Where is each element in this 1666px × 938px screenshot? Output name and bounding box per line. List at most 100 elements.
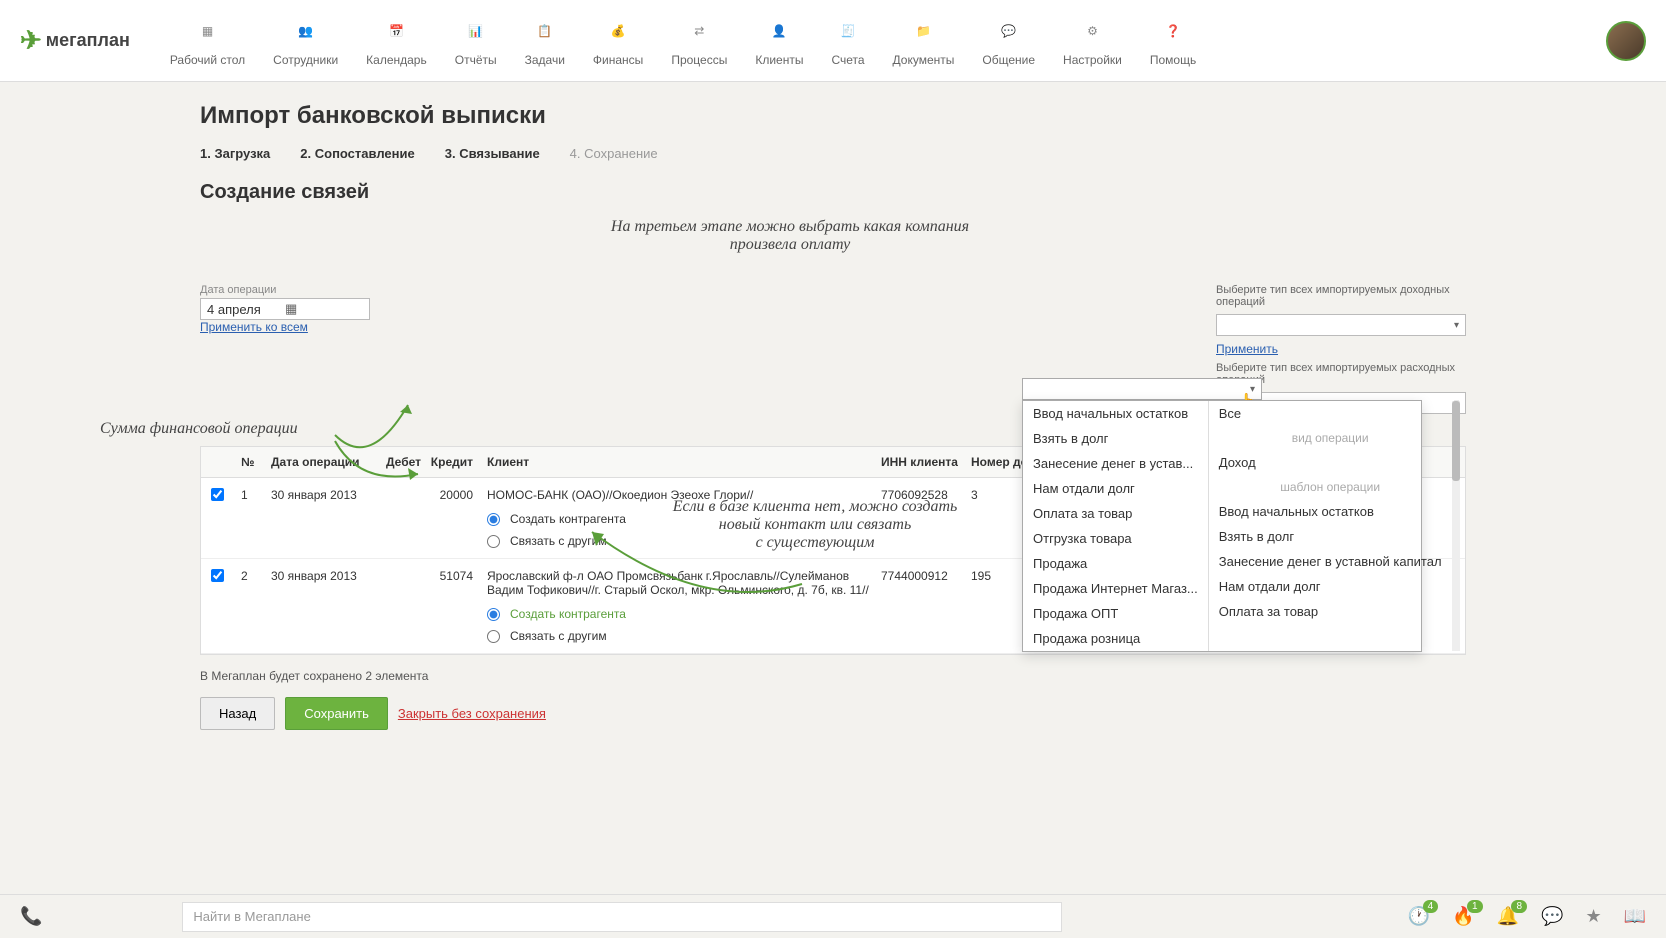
clock-icon[interactable]: 🕐4 <box>1408 906 1430 927</box>
cell-date: 30 января 2013 <box>271 488 371 502</box>
bell-icon[interactable]: 🔔8 <box>1497 906 1519 927</box>
nav-settings[interactable]: ⚙Настройки <box>1063 15 1122 67</box>
dd-item[interactable]: Оплата за товар <box>1023 501 1208 526</box>
apply-income-link[interactable]: Применить <box>1216 342 1466 356</box>
dd-section: вид операции <box>1209 426 1452 450</box>
income-filter-label: Выберите тип всех импортируемых доходных… <box>1216 284 1466 308</box>
radio[interactable] <box>487 535 500 548</box>
nav-desktop[interactable]: ▦Рабочий стол <box>170 15 245 67</box>
cell-client: Ярославский ф-л ОАО Промсвязьбанк г.Ярос… <box>481 569 881 643</box>
nav-clients[interactable]: 👤Клиенты <box>755 15 803 67</box>
radio-label: Связать с другим <box>510 534 607 548</box>
radio[interactable] <box>487 630 500 643</box>
dd-item[interactable]: Нам отдали долг <box>1023 476 1208 501</box>
safe-icon: 💰 <box>602 15 634 47</box>
nav-label: Календарь <box>366 53 427 67</box>
col-no: № <box>241 455 271 469</box>
dd-item[interactable]: Взять в долг <box>1023 426 1208 451</box>
row-checkbox[interactable] <box>211 569 224 582</box>
cell-inn: 7744000912 <box>881 569 971 583</box>
step-2[interactable]: 2. Сопоставление <box>300 146 414 161</box>
dropdown-left-col: Ввод начальных остатков Взять в долг Зан… <box>1023 401 1209 651</box>
cell-credit: 20000 <box>421 488 481 502</box>
step-3[interactable]: 3. Связывание <box>445 146 540 161</box>
dd-item[interactable]: Оплата за товар <box>1209 599 1452 624</box>
row-checkbox[interactable] <box>211 488 224 501</box>
radio-create[interactable]: Создать контрагента <box>487 607 881 621</box>
bottom-icons: 🕐4 🔥1 🔔8 💬 ★ 📖 <box>1408 906 1646 927</box>
calendar-picker-icon[interactable]: ▦ <box>285 301 363 317</box>
apply-all-link[interactable]: Применить ко всем <box>200 320 370 334</box>
dd-item[interactable]: Продажа ОПТ <box>1023 601 1208 626</box>
income-filter-select[interactable]: ▾ <box>1216 314 1466 336</box>
phone-icon[interactable]: 📞 <box>20 906 42 927</box>
radio[interactable] <box>487 608 500 621</box>
dd-item[interactable]: Ввод начальных остатков <box>1023 401 1208 426</box>
date-input[interactable]: 4 апреля ▦ <box>200 298 370 320</box>
dd-item[interactable]: Ввод начальных остатков <box>1209 499 1452 524</box>
radio-link[interactable]: Связать с другим <box>487 629 881 643</box>
badge: 1 <box>1467 900 1483 913</box>
radio-create[interactable]: Создать контрагента <box>487 512 881 526</box>
plane-icon: ✈ <box>20 25 42 56</box>
radio-link[interactable]: Связать с другим <box>487 534 881 548</box>
top-nav: ✈ мегаплан ▦Рабочий стол 👥Сотрудники 📅 Ка… <box>0 0 1666 82</box>
dd-item[interactable]: Нам отдали долг <box>1209 574 1452 599</box>
col-date: Дата операции <box>271 455 371 469</box>
message-icon[interactable]: 💬 <box>1541 906 1563 927</box>
nav-reports[interactable]: 📊Отчёты <box>455 15 497 67</box>
fire-icon[interactable]: 🔥1 <box>1452 906 1474 927</box>
nav-bills[interactable]: 🧾Счета <box>831 15 864 67</box>
nav-help[interactable]: ❓Помощь <box>1150 15 1196 67</box>
save-button[interactable]: Сохранить <box>285 697 388 730</box>
radio-label: Создать контрагента <box>510 512 626 526</box>
badge: 4 <box>1423 900 1439 913</box>
caret-icon: ▾ <box>1454 320 1459 331</box>
nav-docs[interactable]: 📁Документы <box>893 15 955 67</box>
dd-item[interactable]: Продажа <box>1023 551 1208 576</box>
dd-item[interactable]: Продажа Интернет Магаз... <box>1023 576 1208 601</box>
dropdown-scrollbar[interactable] <box>1452 401 1460 651</box>
logo[interactable]: ✈ мегаплан <box>20 25 130 56</box>
caret-icon: ▾ <box>1250 384 1255 395</box>
nav-employees[interactable]: 👥Сотрудники <box>273 15 338 67</box>
col-inn: ИНН клиента <box>881 455 971 469</box>
dd-item[interactable]: Занесение денег в устав... <box>1023 451 1208 476</box>
col-credit: Кредит <box>421 455 481 469</box>
nav-calendar[interactable]: 📅 Календарь <box>366 15 427 67</box>
star-icon[interactable]: ★ <box>1585 906 1601 927</box>
radio-group: Создать контрагента Связать с другим <box>487 607 881 643</box>
back-button[interactable]: Назад <box>200 697 275 730</box>
scrollbar-thumb[interactable] <box>1452 401 1460 481</box>
close-link[interactable]: Закрыть без сохранения <box>398 706 546 721</box>
dd-item[interactable]: Доход <box>1209 450 1452 475</box>
dd-item[interactable]: Все <box>1209 401 1452 426</box>
cell-client: НОМОС-БАНК (ОАО)//Окоедион Эзеохе Глори/… <box>481 488 881 548</box>
client-text: Ярославский ф-л ОАО Промсвязьбанк г.Ярос… <box>487 569 881 597</box>
page-title: Импорт банковской выписки <box>200 102 1466 130</box>
dd-item[interactable]: Занесение денег в уставной капитал <box>1209 549 1452 574</box>
nav-tasks[interactable]: 📋Задачи <box>525 15 565 67</box>
subtitle: Создание связей <box>200 181 1466 204</box>
users-icon: 👥 <box>290 15 322 47</box>
nav-chat[interactable]: 💬Общение <box>982 15 1035 67</box>
step-1[interactable]: 1. Загрузка <box>200 146 270 161</box>
dd-item[interactable]: Взять в долг <box>1209 524 1452 549</box>
purpose-select[interactable]: ▾ <box>1022 378 1262 400</box>
radio[interactable] <box>487 513 500 526</box>
book-icon[interactable]: 📖 <box>1624 906 1646 927</box>
nav-finance[interactable]: 💰Финансы <box>593 15 643 67</box>
clipboard-icon: 📋 <box>529 15 561 47</box>
global-search[interactable]: Найти в Мегаплане <box>182 902 1062 932</box>
calendar-icon: 📅 <box>380 15 412 47</box>
date-block: Дата операции 4 апреля ▦ Применить ко вс… <box>200 284 370 334</box>
summary-text: В Мегаплан будет сохранено 2 элемента <box>200 669 1466 683</box>
dropdown-right-col: Все вид операции Доход шаблон операции В… <box>1209 401 1452 651</box>
step-4: 4. Сохранение <box>570 146 658 161</box>
dd-item[interactable]: Продажа розница <box>1023 626 1208 651</box>
dd-item[interactable]: Отгрузка товара <box>1023 526 1208 551</box>
bottom-bar: 📞 Найти в Мегаплане 🕐4 🔥1 🔔8 💬 ★ 📖 <box>0 894 1666 938</box>
nav-processes[interactable]: ⇄Процессы <box>671 15 727 67</box>
folder-icon: 📁 <box>907 15 939 47</box>
avatar[interactable] <box>1606 21 1646 61</box>
